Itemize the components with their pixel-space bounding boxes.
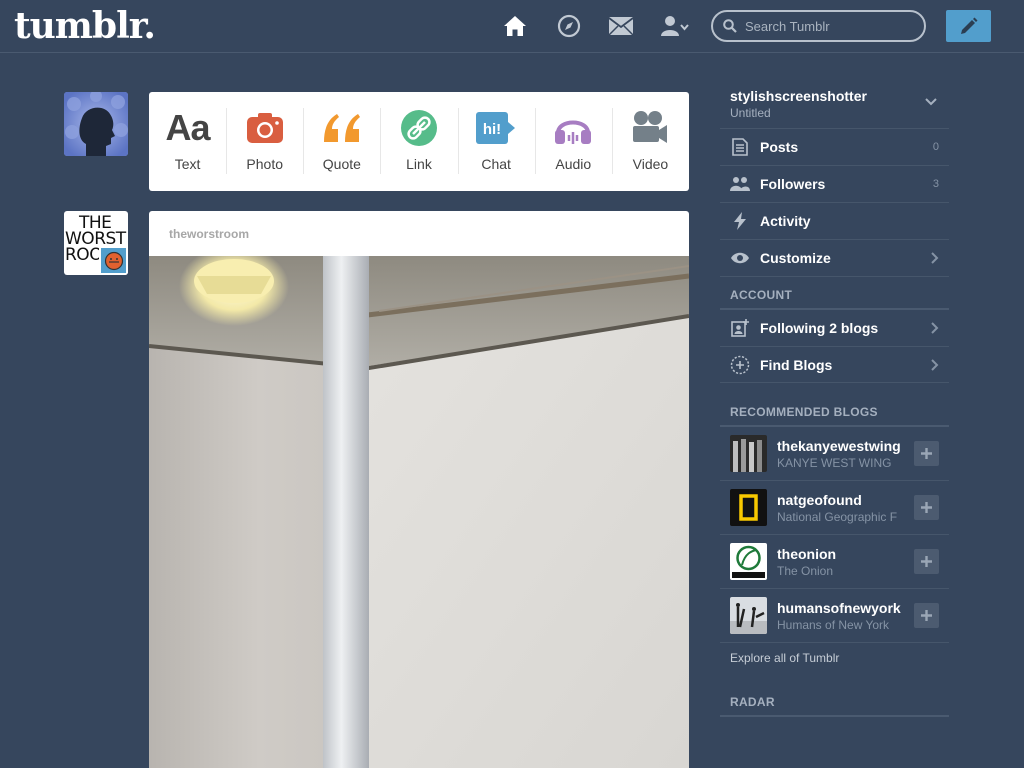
recommended-section-title: RECOMMENDED BLOGS <box>730 405 878 419</box>
post-type-video[interactable]: Video <box>611 92 689 191</box>
chevron-down-icon <box>925 98 937 106</box>
tumblr-logo[interactable]: tumblr. <box>14 5 156 47</box>
posts-icon <box>730 138 750 156</box>
account-icon[interactable] <box>660 13 690 39</box>
recommended-blog[interactable]: theonion The Onion <box>720 535 949 589</box>
eye-icon <box>730 251 750 265</box>
home-icon[interactable] <box>502 13 528 39</box>
radar-section-title: RADAR <box>730 695 775 709</box>
headphones-icon <box>553 108 593 148</box>
explore-icon[interactable] <box>556 13 582 39</box>
post-type-bar: Aa Text Photo Quote Link hi! Chat Audio <box>149 92 689 191</box>
blog-thumbnail <box>730 597 767 634</box>
right-sidebar: stylishscreenshotter Untitled Posts 0 Fo… <box>720 80 949 717</box>
top-header: tumblr. <box>0 0 1024 53</box>
post-type-text[interactable]: Aa Text <box>149 92 226 191</box>
post-type-quote[interactable]: Quote <box>303 92 380 191</box>
svg-text:hi!: hi! <box>483 121 501 138</box>
follow-button[interactable] <box>914 603 939 628</box>
followers-icon <box>730 176 750 192</box>
follow-button[interactable] <box>914 441 939 466</box>
find-blogs-icon <box>730 355 750 375</box>
activity-icon <box>730 212 750 230</box>
chat-icon: hi! <box>475 108 517 148</box>
blog-thumbnail <box>730 543 767 580</box>
sidebar-item-following[interactable]: Following 2 blogs <box>720 310 949 346</box>
pencil-icon <box>960 17 977 34</box>
search-icon <box>723 19 737 33</box>
recommended-blog[interactable]: humansofnewyork Humans of New York <box>720 589 949 643</box>
post-type-photo[interactable]: Photo <box>226 92 303 191</box>
blog-switcher[interactable]: stylishscreenshotter Untitled <box>720 80 949 128</box>
post-author-avatar[interactable]: THE WORST ROO <box>64 211 128 275</box>
post-author-name[interactable]: theworstroom <box>169 227 249 241</box>
blog-name: stylishscreenshotter <box>730 88 867 104</box>
posts-count: 0 <box>932 141 939 153</box>
sidebar-item-activity[interactable]: Activity <box>720 202 949 239</box>
chevron-right-icon <box>931 322 939 334</box>
plus-icon <box>921 610 932 621</box>
post-type-link[interactable]: Link <box>380 92 457 191</box>
plus-icon <box>921 502 932 513</box>
follow-button[interactable] <box>914 495 939 520</box>
explore-tumblr-link[interactable]: Explore all of Tumblr <box>720 651 949 665</box>
post-type-audio[interactable]: Audio <box>534 92 612 191</box>
inbox-icon[interactable] <box>608 13 634 39</box>
camera-icon <box>246 108 284 148</box>
search-bar[interactable] <box>711 10 926 42</box>
chevron-right-icon <box>931 252 939 264</box>
sidebar-item-find-blogs[interactable]: Find Blogs <box>720 346 949 383</box>
dashboard-post: theworstroom <box>149 211 689 768</box>
recommended-blog[interactable]: natgeofound National Geographic F <box>720 481 949 535</box>
post-photo[interactable] <box>149 256 689 768</box>
sidebar-item-followers[interactable]: Followers 3 <box>720 165 949 202</box>
blog-subtitle: Untitled <box>730 106 771 120</box>
plus-icon <box>921 556 932 567</box>
quote-icon <box>321 108 363 148</box>
sidebar-item-customize[interactable]: Customize <box>720 239 949 276</box>
blog-thumbnail <box>730 435 767 472</box>
reblog-badge <box>99 246 128 275</box>
recommended-blog[interactable]: thekanyewestwing KANYE WEST WING <box>720 427 949 481</box>
blog-thumbnail <box>730 489 767 526</box>
plus-icon <box>921 448 932 459</box>
followers-count: 3 <box>932 178 939 190</box>
link-icon <box>400 108 438 148</box>
account-section-title: ACCOUNT <box>730 288 793 302</box>
post-type-chat[interactable]: hi! Chat <box>457 92 535 191</box>
chevron-right-icon <box>931 359 939 371</box>
search-input[interactable] <box>745 18 915 34</box>
compose-button[interactable] <box>946 10 991 42</box>
follow-button[interactable] <box>914 549 939 574</box>
user-avatar[interactable] <box>64 92 128 156</box>
text-icon: Aa <box>165 107 211 148</box>
sidebar-item-posts[interactable]: Posts 0 <box>720 128 949 165</box>
following-icon <box>730 319 750 337</box>
video-camera-icon <box>631 108 669 148</box>
